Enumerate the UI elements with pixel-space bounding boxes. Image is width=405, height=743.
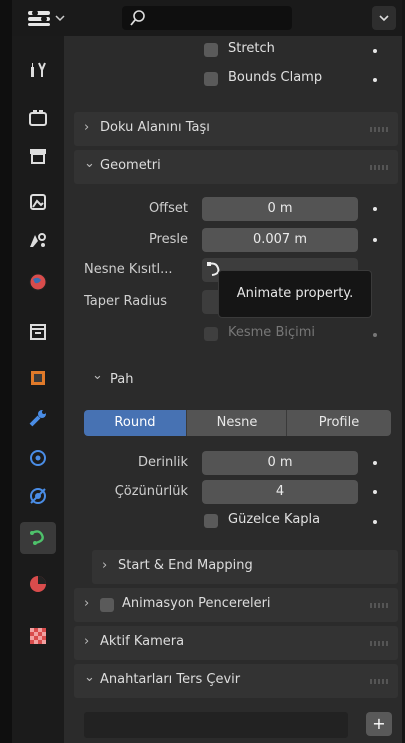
nesne-kisitli-label: Nesne Kısıtl...: [84, 262, 173, 277]
wrench-icon: [29, 410, 46, 427]
left-edge-strip: [0, 0, 12, 743]
stretch-checkbox[interactable]: [204, 43, 218, 57]
tab-world[interactable]: [20, 266, 56, 298]
panel-title: Geometri: [100, 158, 161, 173]
animate-dot[interactable]: [373, 207, 377, 211]
chevron-down-icon: ⌄: [84, 670, 95, 685]
chevron-right-icon: ›: [84, 634, 90, 649]
derinlik-field[interactable]: 0 m: [202, 451, 358, 475]
panel-geometri[interactable]: ⌄ Geometri: [74, 150, 398, 184]
tab-collection[interactable]: [20, 316, 56, 348]
tab-object[interactable]: [20, 362, 56, 394]
properties-editor-icon: [28, 10, 65, 26]
options-dropdown-button[interactable]: [372, 6, 396, 30]
cozunurluk-field[interactable]: 4: [202, 480, 358, 504]
tab-particles[interactable]: [20, 442, 56, 474]
collection-icon: [30, 324, 46, 340]
tab-object-data[interactable]: [20, 522, 56, 554]
animate-dot[interactable]: [373, 490, 377, 494]
guzelce-kapla-label: Güzelce Kapla: [228, 512, 321, 527]
seg-profile[interactable]: Profile: [286, 410, 391, 436]
texture-icon: [30, 628, 46, 644]
kesme-bicimi-checkbox[interactable]: [204, 327, 218, 341]
seg-nesne[interactable]: Nesne: [186, 410, 287, 436]
keys-list[interactable]: [84, 712, 348, 738]
panel-aktif-kamera[interactable]: › Aktif Kamera: [74, 626, 398, 660]
panel-title: Start & End Mapping: [118, 558, 253, 573]
chevron-down-icon: [379, 15, 389, 22]
physics-icon: [30, 488, 46, 504]
search-icon: [130, 10, 145, 26]
chevron-right-icon: ›: [102, 558, 108, 573]
chevron-right-icon: ›: [84, 120, 90, 135]
world-icon: [29, 273, 47, 291]
panel-title: Animasyon Pencereleri: [122, 596, 271, 611]
drag-grip-icon[interactable]: [370, 603, 390, 608]
presle-field[interactable]: 0.007 m: [202, 228, 358, 252]
tool-icon: [31, 62, 46, 77]
stretch-label: Stretch: [228, 41, 275, 56]
render-icon: [29, 110, 47, 126]
chevron-down-icon: ⌄: [84, 156, 95, 171]
material-icon: [30, 576, 46, 592]
animate-dot[interactable]: [373, 78, 377, 82]
bounds-clamp-checkbox[interactable]: [204, 72, 218, 86]
panel-anahtarlari[interactable]: ⌄ Anahtarları Ters Çevir: [74, 664, 398, 698]
tab-scene[interactable]: [20, 224, 56, 256]
tab-texture[interactable]: [20, 620, 56, 652]
scene-icon: [30, 233, 46, 247]
bounds-clamp-label: Bounds Clamp: [228, 70, 323, 85]
offset-field[interactable]: 0 m: [202, 197, 358, 221]
tab-view-layer[interactable]: [20, 186, 56, 218]
drag-grip-icon[interactable]: [370, 641, 390, 646]
offset-label: Offset: [148, 201, 188, 216]
tab-physics[interactable]: [20, 480, 56, 512]
animate-dot[interactable]: [373, 238, 377, 242]
pah-subpanel-title[interactable]: Pah: [110, 372, 133, 387]
tab-material[interactable]: [20, 568, 56, 600]
animate-dot[interactable]: [373, 333, 377, 337]
guzelce-kapla-checkbox[interactable]: [204, 514, 218, 528]
search-input[interactable]: [122, 6, 292, 30]
add-button[interactable]: +: [366, 712, 392, 736]
panel-animasyon[interactable]: › Animasyon Pencereleri: [74, 588, 398, 622]
curve-data-icon: [30, 530, 44, 545]
panel-title: Doku Alanını Taşı: [100, 120, 210, 135]
panel-title: Anahtarları Ters Çevir: [100, 672, 241, 687]
animate-dot[interactable]: [373, 461, 377, 465]
drag-grip-icon[interactable]: [370, 679, 390, 684]
editor-type-button[interactable]: [22, 6, 76, 30]
tab-render[interactable]: [20, 102, 56, 134]
animate-dot[interactable]: [373, 49, 377, 53]
taper-radius-label: Taper Radius: [84, 294, 168, 309]
kesme-bicimi-label: Kesme Biçimi: [228, 325, 316, 340]
drag-grip-icon[interactable]: [370, 165, 390, 170]
object-icon: [31, 371, 45, 385]
tab-output[interactable]: [20, 140, 56, 172]
drag-grip-icon[interactable]: [370, 127, 390, 132]
animasyon-checkbox[interactable]: [100, 598, 114, 612]
panel-doku-alani[interactable]: › Doku Alanını Taşı: [74, 112, 398, 146]
panel-start-end-mapping[interactable]: › Start & End Mapping: [92, 550, 398, 584]
derinlik-label: Derinlik: [138, 455, 188, 470]
output-icon: [30, 149, 46, 164]
particles-icon: [30, 450, 46, 466]
chevron-down-icon: ⌄: [92, 368, 103, 383]
tab-tool[interactable]: [20, 54, 56, 86]
tooltip: Animate property.: [218, 270, 372, 318]
cozunurluk-label: Çözünürlük: [114, 484, 188, 499]
chevron-right-icon: ›: [84, 596, 90, 611]
animate-dot[interactable]: [373, 520, 377, 524]
view-layer-icon: [30, 194, 46, 210]
panel-title: Aktif Kamera: [100, 634, 185, 649]
seg-round[interactable]: Round: [84, 410, 186, 436]
tab-modifiers[interactable]: [20, 402, 56, 434]
presle-label: Presle: [148, 232, 188, 247]
